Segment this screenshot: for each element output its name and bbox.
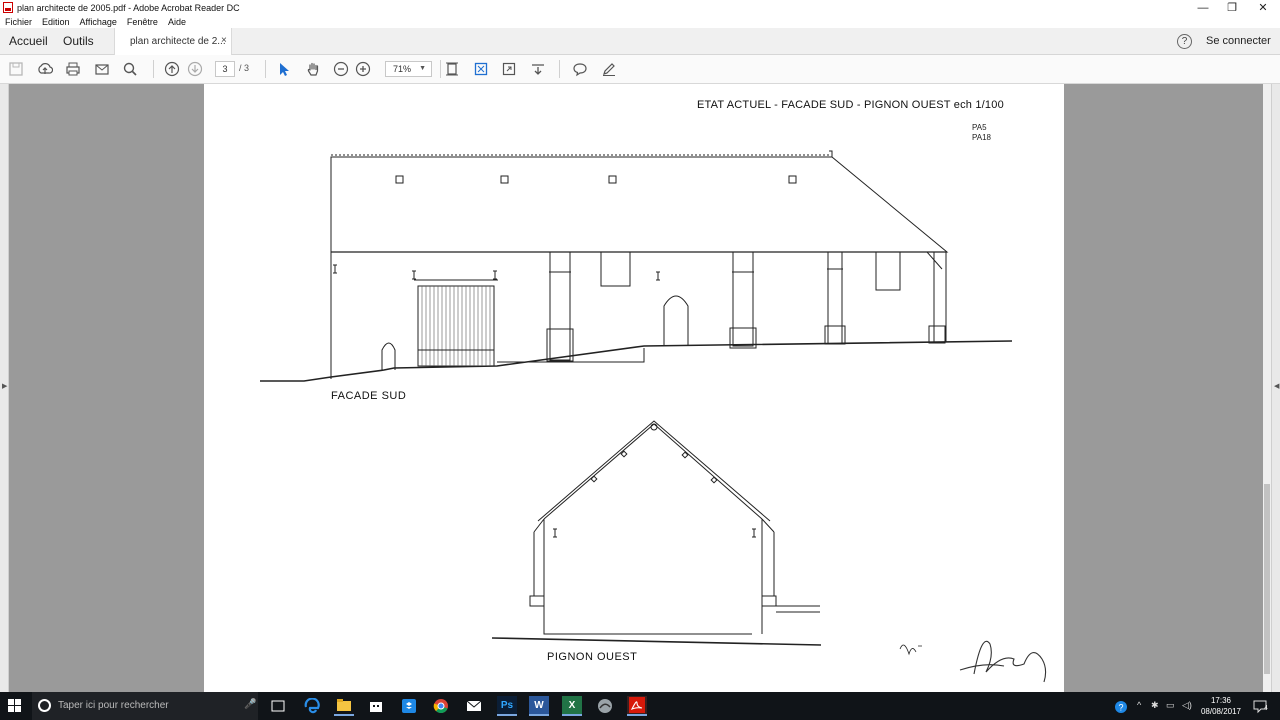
scroll-mode-icon[interactable] [529, 60, 547, 78]
chevron-up-icon[interactable]: ^ [1137, 700, 1141, 710]
svg-text:?: ? [1119, 703, 1124, 713]
bluetooth-icon[interactable]: ✱ [1151, 700, 1159, 711]
chrome-icon[interactable] [431, 696, 451, 716]
email-icon[interactable] [93, 60, 111, 78]
menu-fenetre[interactable]: Fenêtre [127, 17, 158, 27]
acrobat-taskbar-icon[interactable] [627, 696, 647, 716]
save-icon[interactable] [7, 60, 25, 78]
help-tray-icon[interactable]: ? [1114, 700, 1128, 716]
acrobat-app-icon [3, 2, 13, 13]
store-icon[interactable] [366, 696, 386, 716]
caption-facade-sud: FACADE SUD [331, 390, 407, 402]
zoom-value: 71% [393, 64, 412, 74]
tab-bar: Accueil Outils plan architecte de 2... ×… [0, 28, 1280, 56]
select-tool-icon[interactable] [275, 60, 293, 78]
restore-button[interactable]: ❐ [1217, 0, 1247, 15]
toolbar-separator [153, 60, 154, 78]
clock-time: 17:36 [1210, 696, 1232, 705]
upload-icon[interactable] [36, 60, 54, 78]
search-placeholder: Taper ici pour rechercher [58, 700, 169, 711]
notification-count: 4 [1264, 705, 1268, 712]
help-icon[interactable]: ? [1177, 34, 1192, 49]
cortana-icon [38, 699, 51, 712]
toolbar-separator [265, 60, 266, 78]
task-view-icon[interactable] [268, 696, 288, 716]
excel-icon[interactable]: X [562, 696, 582, 716]
close-tab-icon[interactable]: × [221, 35, 227, 46]
comment-icon[interactable] [571, 60, 589, 78]
close-window-button[interactable]: ✕ [1248, 0, 1278, 15]
microphone-icon[interactable]: 🎤 [244, 699, 256, 710]
print-icon[interactable] [64, 60, 82, 78]
photoshop-icon[interactable]: Ps [497, 696, 517, 716]
prev-page-icon[interactable] [163, 60, 181, 78]
menu-bar: Fichier Edition Affichage Fenêtre Aide [0, 15, 1280, 28]
tab-home[interactable]: Accueil [9, 34, 48, 48]
page-number-input[interactable]: 3 [215, 61, 235, 77]
chevron-left-icon: ◀ [1274, 383, 1280, 390]
menu-fichier[interactable]: Fichier [5, 17, 32, 27]
word-icon[interactable]: W [529, 696, 549, 716]
edge-icon[interactable] [302, 696, 322, 716]
title-bar: plan architecte de 2005.pdf - Adobe Acro… [0, 0, 1280, 15]
mail-icon[interactable] [465, 696, 485, 716]
menu-aide[interactable]: Aide [168, 17, 186, 27]
left-panel-toggle[interactable]: ▶ [0, 84, 9, 692]
dropbox-icon[interactable] [399, 696, 419, 716]
full-screen-icon[interactable] [472, 60, 490, 78]
toolbar-separator [440, 60, 441, 78]
menu-affichage[interactable]: Affichage [80, 17, 117, 27]
right-panel-toggle[interactable]: ◀ [1271, 84, 1280, 692]
document-viewport[interactable]: ▶ ETAT ACTUEL - FACADE SUD - PIGNON OUES… [0, 84, 1280, 692]
chevron-right-icon: ▶ [2, 383, 8, 390]
zoom-in-icon[interactable] [354, 60, 372, 78]
zoom-select[interactable]: 71% ▼ [385, 61, 432, 77]
reference-pa18: PA18 [972, 133, 991, 142]
architectural-drawing [260, 150, 1047, 683]
file-explorer-icon[interactable] [334, 696, 354, 716]
caption-pignon-ouest: PIGNON OUEST [547, 651, 638, 663]
taskbar-search-box[interactable]: Taper ici pour rechercher 🎤 [32, 692, 258, 720]
rotate-icon[interactable] [500, 60, 518, 78]
pdf-page: ETAT ACTUEL - FACADE SUD - PIGNON OUEST … [204, 84, 1064, 692]
volume-icon[interactable]: ◁) [1182, 700, 1192, 711]
chevron-down-icon: ▼ [419, 65, 426, 72]
bird-app-icon[interactable] [595, 696, 615, 716]
reference-pa5: PA5 [972, 123, 987, 132]
network-icon[interactable]: ▭ [1166, 700, 1175, 711]
zoom-out-icon[interactable] [332, 60, 350, 78]
window-title: plan architecte de 2005.pdf - Adobe Acro… [17, 2, 240, 13]
tab-document-label: plan architecte de 2... [130, 36, 226, 47]
search-icon[interactable] [121, 60, 139, 78]
fit-page-icon[interactable] [443, 60, 461, 78]
scrollbar-thumb[interactable] [1264, 484, 1270, 674]
system-clock[interactable]: 17:36 08/08/2017 [1198, 695, 1244, 717]
sign-icon[interactable] [600, 60, 618, 78]
sign-in-link[interactable]: Se connecter [1206, 35, 1271, 47]
toolbar: 3 / 3 71% ▼ [0, 55, 1280, 84]
tab-tools[interactable]: Outils [63, 34, 94, 48]
windows-taskbar: Taper ici pour rechercher 🎤 Ps W X ? ^ ✱… [0, 692, 1280, 720]
windows-start-icon[interactable] [8, 699, 22, 713]
drawing-title: ETAT ACTUEL - FACADE SUD - PIGNON OUEST … [697, 99, 1004, 111]
hand-tool-icon[interactable] [304, 60, 322, 78]
clock-date: 08/08/2017 [1200, 707, 1242, 716]
minimize-button[interactable]: — [1188, 0, 1218, 15]
vertical-scrollbar[interactable] [1263, 84, 1271, 692]
tab-document[interactable]: plan architecte de 2... × [114, 28, 232, 56]
next-page-icon[interactable] [186, 60, 204, 78]
page-total: / 3 [239, 63, 250, 73]
menu-edition[interactable]: Edition [42, 17, 70, 27]
toolbar-separator [559, 60, 560, 78]
